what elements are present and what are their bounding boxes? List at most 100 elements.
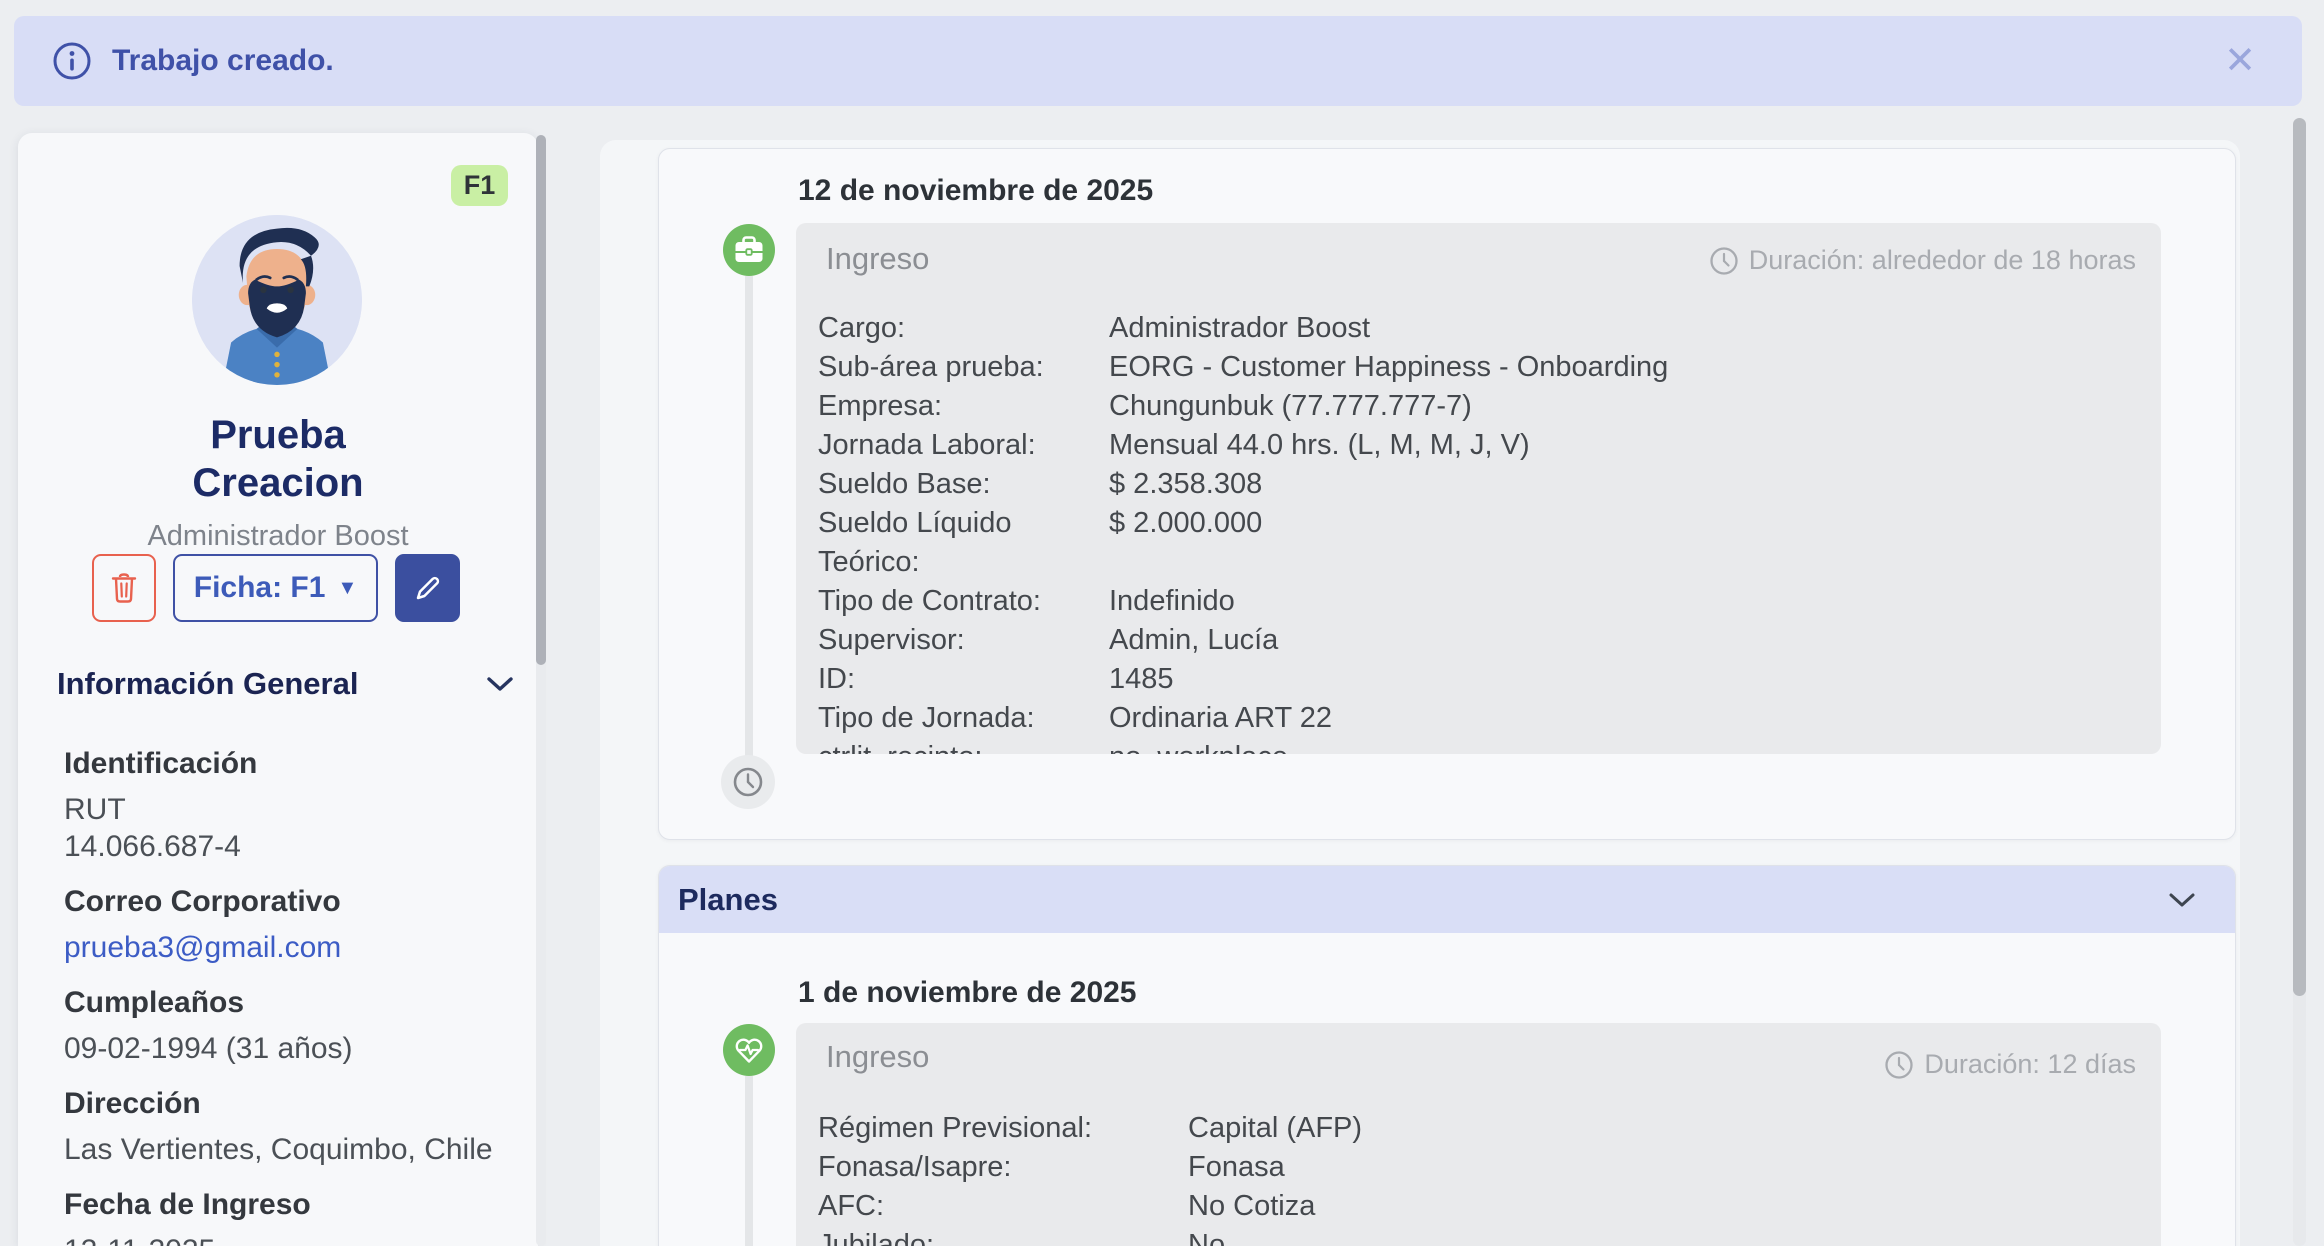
info-field: Correo Corporativo prueba3@gmail.com <box>64 881 504 966</box>
detail-value: $ 2.358.308 <box>1109 465 1262 504</box>
detail-value: $ 2.000.000 <box>1109 504 1262 582</box>
detail-row: ID: 1485 <box>818 660 1668 699</box>
detail-value: No Cotiza <box>1188 1187 1315 1226</box>
jobs-section-card: 12 de noviembre de 2025 Ingreso <box>658 148 2236 840</box>
toast-banner: Trabajo creado. ✕ <box>14 16 2302 106</box>
ingreso-details: Cargo: Administrador Boost Sub-área prue… <box>818 309 1668 754</box>
detail-label: Jubilado: <box>818 1226 1188 1246</box>
detail-label: Cargo: <box>818 309 1109 348</box>
page-scrollbar[interactable] <box>2293 118 2306 1246</box>
field-value: 12-11-2025 <box>64 1232 504 1246</box>
informacion-general-title: Información General <box>57 666 358 702</box>
clock-icon <box>1884 1050 1914 1080</box>
edit-button[interactable] <box>395 554 460 622</box>
ficha-badge: F1 <box>451 165 508 206</box>
duration-label: Duración: alrededor de 18 horas <box>1709 245 2136 276</box>
ficha-selector-label: Ficha: F1 <box>194 571 326 605</box>
detail-label: Empresa: <box>818 387 1109 426</box>
employee-last-name: Creacion <box>18 459 538 507</box>
trash-icon <box>109 572 139 604</box>
info-icon <box>52 41 92 81</box>
detail-value: EORG - Customer Happiness - Onboarding <box>1109 348 1668 387</box>
chevron-down-icon[interactable] <box>485 674 515 694</box>
chevron-down-icon[interactable] <box>2167 890 2197 910</box>
detail-row: Jubilado: No <box>818 1226 1362 1246</box>
employee-profile-page: { "banner": { "message": "Trabajo creado… <box>0 0 2324 1246</box>
employee-first-name: Prueba <box>18 411 538 459</box>
detail-row: ctrlit_recinto: no_workplace <box>818 738 1668 754</box>
avatar <box>192 215 362 385</box>
clock-icon <box>1709 246 1739 276</box>
detail-row: AFC: No Cotiza <box>818 1187 1362 1226</box>
field-label: Dirección <box>64 1083 504 1125</box>
planes-section-header[interactable]: Planes <box>659 866 2235 933</box>
detail-label: Fonasa/Isapre: <box>818 1148 1188 1187</box>
detail-label: Tipo de Jornada: <box>818 699 1109 738</box>
detail-value: 1485 <box>1109 660 1174 699</box>
heart-pulse-icon <box>723 1024 775 1076</box>
timeline-connector <box>745 276 753 756</box>
page-scrollbar-thumb[interactable] <box>2293 118 2306 996</box>
timeline-date: 1 de noviembre de 2025 <box>798 973 1137 1013</box>
detail-row: Supervisor: Admin, Lucía <box>818 621 1668 660</box>
duration-label: Duración: 12 días <box>1884 1049 2136 1080</box>
detail-row: Sub-área prueba: EORG - Customer Happine… <box>818 348 1668 387</box>
detail-value: Capital (AFP) <box>1188 1109 1362 1148</box>
info-field: Cumpleaños 09-02-1994 (31 años) <box>64 982 504 1067</box>
timeline-date: 12 de noviembre de 2025 <box>798 171 1153 211</box>
detail-value: Admin, Lucía <box>1109 621 1278 660</box>
field-label: Correo Corporativo <box>64 881 504 923</box>
detail-value: Indefinido <box>1109 582 1235 621</box>
timeline-connector <box>745 1076 753 1246</box>
detail-label: ctrlit_recinto: <box>818 738 1109 754</box>
field-value: RUT 14.066.687-4 <box>64 791 504 865</box>
field-value: Las Vertientes, Coquimbo, Chile <box>64 1131 504 1168</box>
info-field: Fecha de Ingreso 12-11-2025 <box>64 1184 504 1246</box>
field-value: 09-02-1994 (31 años) <box>64 1030 504 1067</box>
ingreso-card: Ingreso Duración: 12 días Régimen Previs… <box>796 1023 2161 1246</box>
caret-down-icon: ▼ <box>337 577 357 600</box>
detail-row: Sueldo Base: $ 2.358.308 <box>818 465 1668 504</box>
detail-label: Supervisor: <box>818 621 1109 660</box>
delete-button[interactable] <box>92 554 156 622</box>
timeline-panel: 12 de noviembre de 2025 Ingreso <box>600 140 2240 1246</box>
profile-actions: Ficha: F1 ▼ <box>92 554 460 622</box>
info-field: Dirección Las Vertientes, Coquimbo, Chil… <box>64 1083 504 1168</box>
detail-label: Sub-área prueba: <box>818 348 1109 387</box>
planes-section-card: Planes 1 de noviembre de 2025 Ingreso <box>658 865 2236 1246</box>
detail-row: Cargo: Administrador Boost <box>818 309 1668 348</box>
detail-label: Tipo de Contrato: <box>818 582 1109 621</box>
briefcase-icon <box>723 224 775 276</box>
detail-row: Tipo de Contrato: Indefinido <box>818 582 1668 621</box>
detail-label: ID: <box>818 660 1109 699</box>
sidebar-scrollbar-thumb[interactable] <box>536 135 546 665</box>
employee-name: Prueba Creacion <box>18 411 538 507</box>
field-label: Fecha de Ingreso <box>64 1184 504 1226</box>
ingreso-card: Ingreso Duración: alrededor de 18 horas … <box>796 223 2161 754</box>
pencil-icon <box>413 573 443 603</box>
ingreso-card-title: Ingreso <box>826 241 929 277</box>
employee-sidebar: F1 Prueba Creacion Administrador Boost <box>18 133 538 1246</box>
field-value: prueba3@gmail.com <box>64 929 504 966</box>
ingreso-details: Régimen Previsional: Capital (AFP) Fonas… <box>818 1109 1362 1246</box>
field-label: Identificación <box>64 743 504 785</box>
sidebar-scrollbar[interactable] <box>536 135 546 1246</box>
field-label: Cumpleaños <box>64 982 504 1024</box>
duration-text: Duración: 12 días <box>1924 1049 2136 1080</box>
employee-role: Administrador Boost <box>18 520 538 553</box>
duration-text: Duración: alrededor de 18 horas <box>1749 245 2136 276</box>
detail-value: No <box>1188 1226 1225 1246</box>
ingreso-card-title: Ingreso <box>826 1039 929 1075</box>
timeline-end-clock-icon <box>721 755 775 809</box>
detail-value: no_workplace <box>1109 738 1288 754</box>
informacion-general-header[interactable]: Información General <box>57 666 515 702</box>
close-icon[interactable]: ✕ <box>2224 42 2256 80</box>
detail-row: Sueldo Líquido Teórico: $ 2.000.000 <box>818 504 1668 582</box>
detail-value: Mensual 44.0 hrs. (L, M, M, J, V) <box>1109 426 1530 465</box>
info-field: Identificación RUT 14.066.687-4 <box>64 743 504 865</box>
ficha-selector[interactable]: Ficha: F1 ▼ <box>173 554 378 622</box>
detail-value: Ordinaria ART 22 <box>1109 699 1332 738</box>
detail-row: Empresa: Chungunbuk (77.777.777-7) <box>818 387 1668 426</box>
detail-row: Fonasa/Isapre: Fonasa <box>818 1148 1362 1187</box>
detail-label: AFC: <box>818 1187 1188 1226</box>
